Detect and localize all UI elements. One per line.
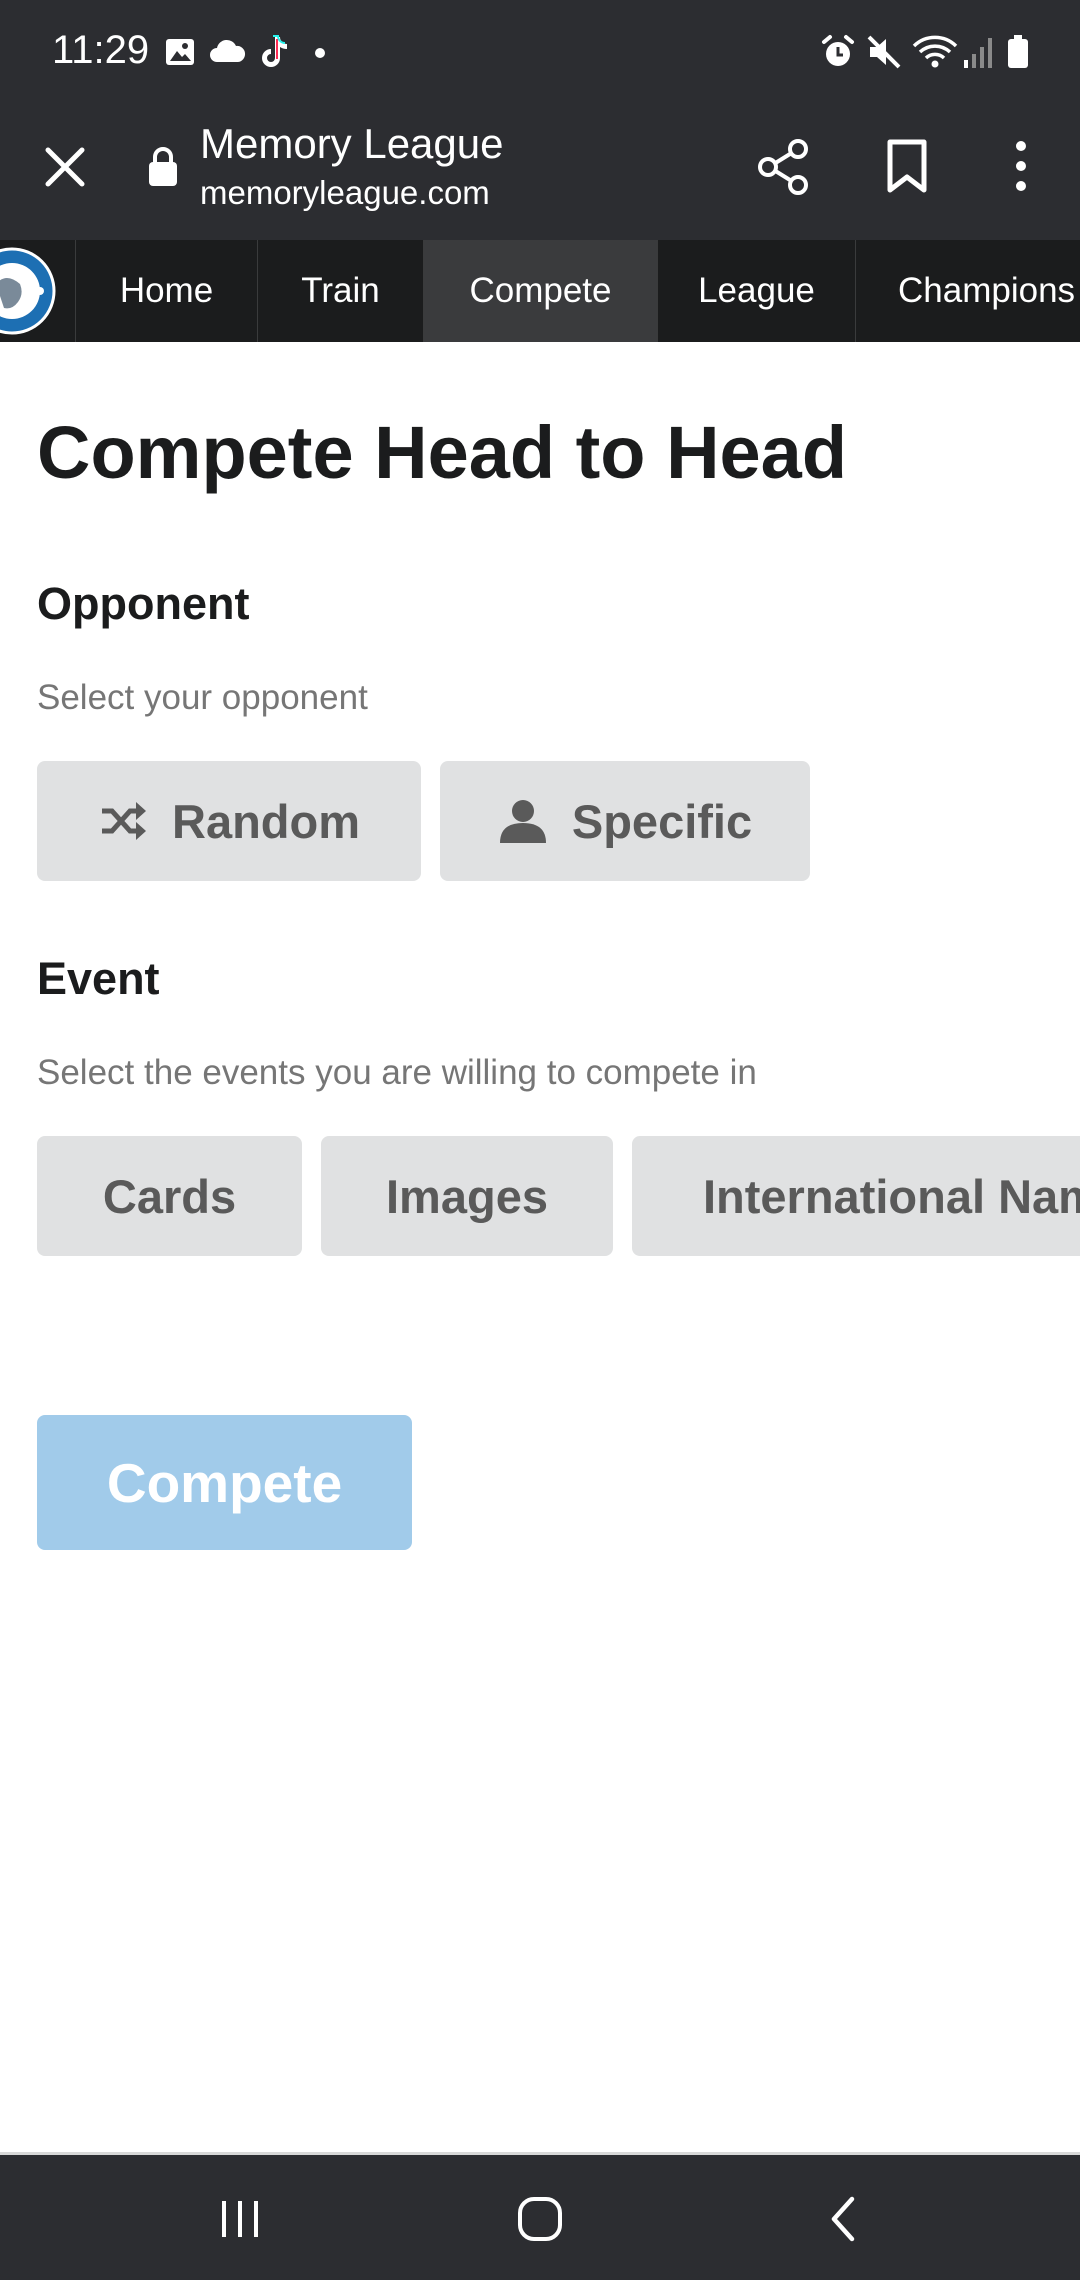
event-images-button[interactable]: Images — [321, 1136, 613, 1256]
page-title: Compete Head to Head — [37, 411, 848, 494]
compete-button[interactable]: Compete — [37, 1415, 412, 1550]
back-icon[interactable] — [820, 2195, 868, 2243]
elephant-logo-icon — [0, 247, 56, 335]
battery-icon — [1008, 35, 1028, 68]
site-url: memoryleague.com — [200, 174, 490, 211]
gallery-icon — [166, 39, 194, 65]
browser-toolbar: Memory League memoryleague.com — [0, 106, 1080, 240]
wifi-icon — [912, 35, 958, 68]
more-options-icon[interactable] — [1004, 136, 1038, 196]
home-icon[interactable] — [516, 2195, 564, 2243]
specific-label: Specific — [571, 794, 753, 848]
nav-item-home[interactable]: Home — [76, 240, 258, 342]
random-label: Random — [172, 794, 360, 848]
nav-item-champions[interactable]: Champions — [856, 240, 1080, 342]
site-title: Memory League — [200, 120, 504, 167]
opponent-hint: Select your opponent — [37, 678, 368, 717]
shuffle-icon — [102, 802, 146, 840]
opponent-heading: Opponent — [37, 578, 250, 629]
specific-opponent-button[interactable]: Specific — [440, 761, 810, 881]
bookmark-icon[interactable] — [884, 138, 930, 194]
cloud-icon — [210, 39, 246, 62]
lock-icon — [149, 147, 177, 186]
memory-league-logo[interactable] — [0, 240, 76, 342]
random-opponent-button[interactable]: Random — [37, 761, 421, 881]
signal-icon — [964, 38, 992, 68]
user-icon — [499, 800, 546, 843]
tiktok-icon — [262, 35, 287, 67]
event-hint: Select the events you are willing to com… — [37, 1053, 757, 1092]
alarm-icon — [822, 35, 854, 66]
nav-item-compete[interactable]: Compete — [424, 240, 658, 342]
system-nav-bar — [0, 2152, 1080, 2280]
close-icon[interactable] — [40, 142, 90, 192]
event-heading: Event — [37, 953, 160, 1004]
recent-apps-icon[interactable] — [216, 2195, 264, 2243]
dot-icon — [315, 48, 325, 58]
mute-icon — [867, 35, 901, 69]
event-international-names-button[interactable]: International Names — [632, 1136, 1080, 1256]
status-time: 11:29 — [52, 28, 150, 72]
site-nav-menu: Home Train Compete League Champions — [0, 240, 1080, 342]
status-bar: 11:29 — [0, 0, 1080, 106]
share-icon[interactable] — [756, 138, 810, 196]
nav-item-train[interactable]: Train — [258, 240, 424, 342]
event-cards-button[interactable]: Cards — [37, 1136, 302, 1256]
nav-item-league[interactable]: League — [658, 240, 856, 342]
